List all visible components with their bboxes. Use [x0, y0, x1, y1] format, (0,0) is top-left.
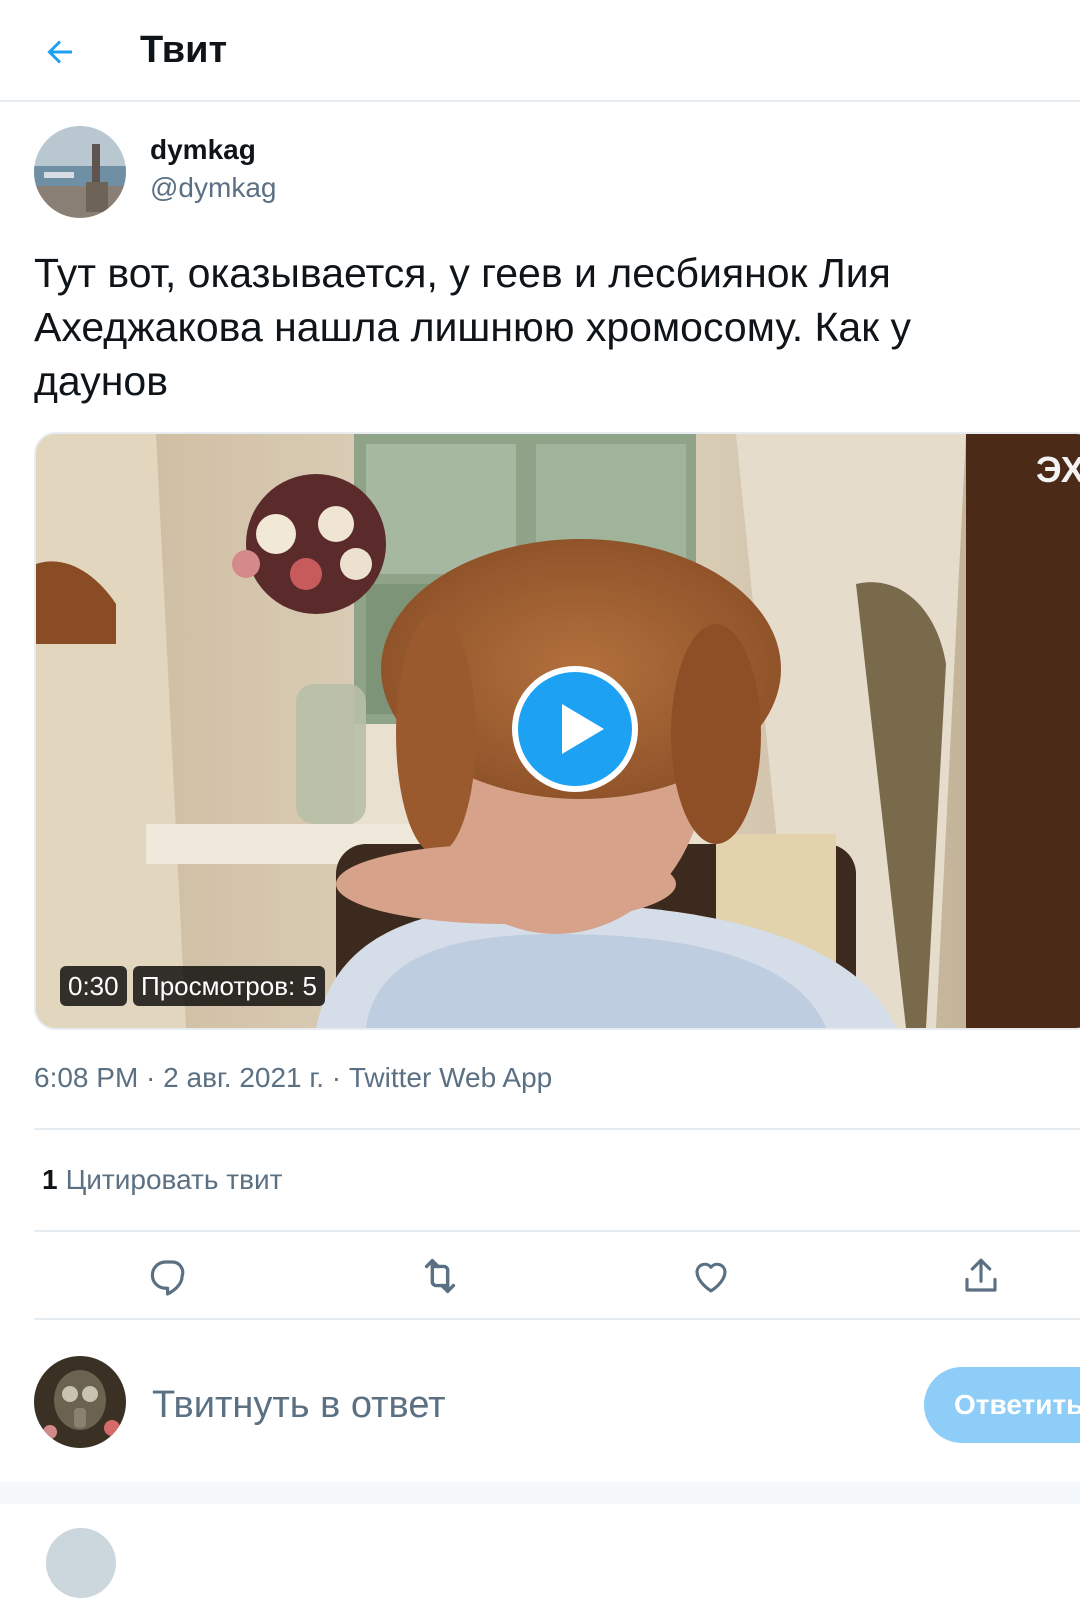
retweet-button[interactable] — [412, 1248, 468, 1304]
video-views: Просмотров: 5 — [133, 966, 325, 1006]
back-button[interactable] — [34, 26, 86, 78]
page-title: Твит — [140, 29, 228, 71]
channel-logo: ЭХО — [1036, 449, 1080, 490]
author-handle[interactable]: @dymkag — [150, 170, 276, 206]
author-avatar[interactable] — [34, 126, 126, 218]
divider — [34, 1128, 1080, 1130]
like-button[interactable] — [683, 1248, 739, 1304]
meta-separator: · — [323, 1062, 349, 1093]
divider — [34, 1318, 1080, 1320]
quote-label: Цитировать твит — [65, 1164, 283, 1195]
next-tweet-avatar[interactable] — [46, 1528, 116, 1598]
retweet-icon — [424, 1258, 456, 1294]
play-icon — [512, 666, 638, 792]
video-duration: 0:30 — [60, 966, 127, 1006]
tweet-source[interactable]: Twitter Web App — [349, 1060, 552, 1096]
reply-button[interactable] — [141, 1248, 197, 1304]
divider — [34, 1230, 1080, 1232]
reply-submit-button[interactable]: Ответить — [924, 1367, 1080, 1443]
meta-separator: · — [138, 1062, 164, 1093]
author-display-name[interactable]: dymkag — [150, 132, 256, 168]
tweet-text: Тут вот, оказывается, у геев и лесбиянок… — [34, 250, 912, 404]
reply-input[interactable] — [152, 1378, 892, 1432]
like-icon — [695, 1262, 727, 1293]
tweet-date[interactable]: 2 авг. 2021 г. — [163, 1060, 324, 1096]
arrow-left-icon — [47, 40, 72, 64]
section-separator — [0, 1482, 1080, 1504]
tweet-time[interactable]: 6:08 PM — [34, 1060, 138, 1096]
tweet-meta: 6:08 PM · 2 авг. 2021 г. · Twitter Web A… — [34, 1060, 552, 1096]
share-button[interactable] — [953, 1248, 1009, 1304]
share-icon — [965, 1258, 997, 1292]
current-user-avatar[interactable] — [34, 1356, 126, 1448]
play-button[interactable] — [512, 666, 638, 792]
reply-icon — [150, 1260, 185, 1296]
quote-count: 1 — [42, 1164, 58, 1195]
quote-tweets-link[interactable]: 1 Цитировать твит — [42, 1162, 282, 1198]
